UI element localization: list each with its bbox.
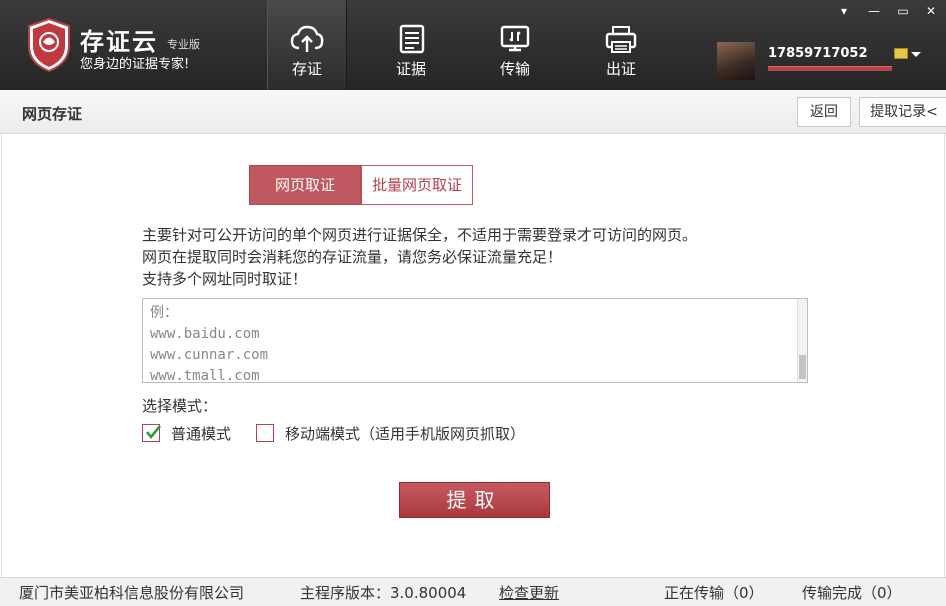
app-header: 存证云 专业版 您身边的证据专家! 存证 证据 传输 出证 1785971705… (0, 0, 946, 90)
brand-slogan: 您身边的证据专家! (80, 57, 190, 72)
transferring-status[interactable]: 正在传输（0） (664, 582, 764, 603)
mobile-mode-checkbox[interactable] (256, 424, 274, 442)
description-line: 支持多个网址同时取证！ (142, 270, 308, 288)
menu-button[interactable]: ▾ (834, 2, 854, 20)
scrollbar-thumb[interactable] (799, 355, 806, 379)
description-line: 主要针对可公开访问的单个网页进行证据保全，不适用于需要登录才可访问的网页。 (142, 226, 698, 244)
nav-item-zhengju[interactable]: 证据 (371, 0, 451, 90)
url-input[interactable]: 例： www.baidu.com www.cunnar.com www.tmal… (142, 298, 808, 383)
minimize-button[interactable]: — (864, 2, 884, 20)
brand-edition: 专业版 (167, 38, 200, 51)
nav-item-cunzheng[interactable]: 存证 (267, 0, 347, 90)
user-avatar[interactable] (717, 42, 755, 80)
nav-item-chuanshu[interactable]: 传输 (475, 0, 555, 90)
nav-item-chuzheng[interactable]: 出证 (581, 0, 661, 90)
check-icon (145, 425, 161, 440)
user-phone[interactable]: 17859717052 (768, 46, 868, 61)
extract-button[interactable]: 提取 (399, 482, 550, 518)
scrollbar[interactable] (797, 299, 807, 382)
nav-label: 存证 (291, 60, 322, 78)
mobile-mode-label[interactable]: 移动端模式（适用手机版网页抓取） (285, 423, 525, 444)
version-label: 主程序版本：3.0.80004 (300, 584, 467, 602)
id-card-icon[interactable] (894, 48, 908, 59)
monitor-transfer-icon (500, 25, 530, 52)
nav-label: 证据 (395, 60, 426, 78)
brand-title: 存证云 (80, 28, 158, 56)
restore-button[interactable]: ▭ (893, 2, 913, 20)
status-bar: 厦门市美亚柏科信息股份有限公司 主程序版本：3.0.80004 检查更新 正在传… (0, 577, 946, 606)
tab-single-capture[interactable]: 网页取证 (249, 165, 361, 205)
url-input-placeholder: 例： www.baidu.com www.cunnar.com www.tmal… (150, 305, 269, 383)
mode-label: 选择模式： (142, 397, 218, 415)
records-button[interactable]: 提取记录< (859, 97, 946, 127)
printer-icon (605, 26, 637, 53)
main-content: 网页取证 批量网页取证 主要针对可公开访问的单个网页进行证据保全，不适用于需要登… (1, 134, 945, 577)
user-quota-bar (768, 66, 892, 71)
tab-batch-capture[interactable]: 批量网页取证 (361, 165, 473, 205)
chevron-down-icon[interactable] (911, 52, 921, 57)
logo-shield-icon (28, 18, 70, 72)
completed-status[interactable]: 传输完成（0） (802, 582, 902, 603)
description-line: 网页在提取同时会消耗您的存证流量，请您务必保证流量充足！ (142, 248, 563, 266)
page-title: 网页存证 (22, 105, 83, 123)
back-button[interactable]: 返回 (797, 97, 851, 127)
close-button[interactable]: ✕ (921, 2, 941, 20)
document-icon (399, 24, 425, 54)
normal-mode-checkbox[interactable] (142, 424, 161, 442)
nav-label: 传输 (499, 60, 530, 78)
page-toolbar: 网页存证 返回 提取记录< (0, 90, 946, 134)
nav-label: 出证 (605, 60, 636, 78)
normal-mode-label[interactable]: 普通模式 (171, 423, 231, 444)
check-update-link[interactable]: 检查更新 (499, 582, 559, 603)
company-name: 厦门市美亚柏科信息股份有限公司 (19, 584, 245, 602)
cloud-upload-icon (290, 25, 324, 52)
